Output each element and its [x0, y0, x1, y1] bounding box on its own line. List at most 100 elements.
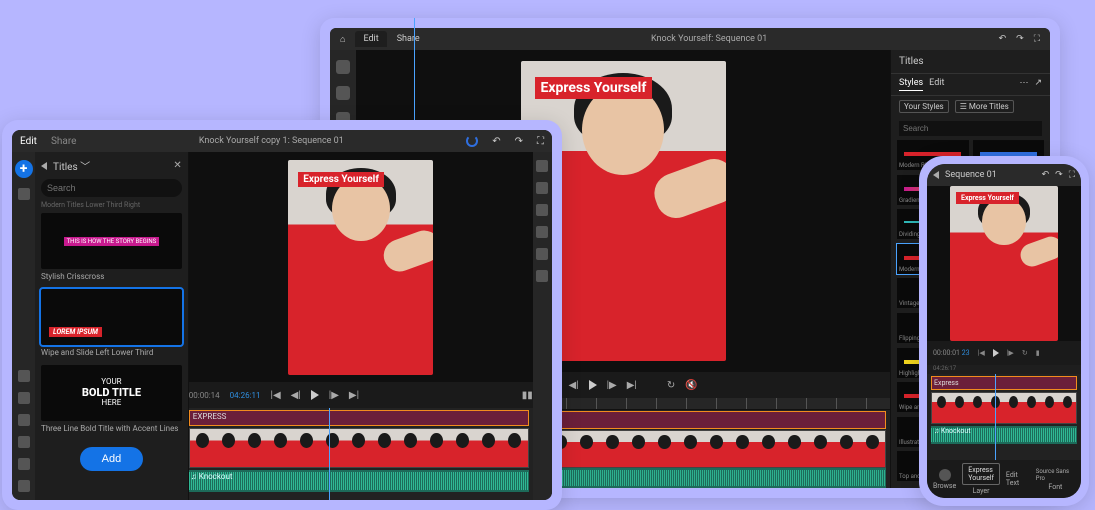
color-icon[interactable]: [536, 226, 548, 238]
preset-sample: YOUR BOLD TITLE HERE: [82, 378, 141, 408]
levels-icon[interactable]: ▮: [1036, 349, 1040, 357]
layer-label[interactable]: Layer: [973, 487, 990, 495]
expand-icon[interactable]: ↗: [1034, 78, 1042, 91]
video-track[interactable]: [931, 392, 1077, 424]
close-icon[interactable]: ✕: [173, 160, 181, 171]
undo-icon[interactable]: ↶: [1042, 170, 1050, 180]
loop-icon[interactable]: ↻: [667, 380, 675, 391]
speed-icon[interactable]: [536, 248, 548, 260]
redo-icon[interactable]: ↷: [1055, 170, 1063, 180]
step-back-icon[interactable]: ◀|: [568, 380, 578, 391]
tab-share[interactable]: Share: [397, 34, 420, 44]
skip-start-icon[interactable]: |◀: [978, 349, 985, 357]
title-preset-selected[interactable]: LOREM IPSUM: [41, 289, 182, 345]
tool-icon[interactable]: [336, 86, 350, 100]
category-label: Modern Titles Lower Third Right: [35, 201, 188, 213]
title-clip[interactable]: Express: [931, 376, 1077, 390]
search-input[interactable]: [899, 121, 1042, 136]
tablet-timeline[interactable]: EXPRESS ♫ Knockout: [189, 408, 533, 500]
panel-heading[interactable]: Titles ﹀: [53, 158, 167, 173]
phone-transport: 00:00:01 23 |◀ |▶ ↻ ▮: [927, 341, 1081, 365]
phone-topbar: Sequence 01 ↶ ↷ ⛶: [927, 164, 1081, 186]
tablet-preview: Express Yourself: [189, 152, 533, 382]
fullscreen-icon[interactable]: ⛶: [1069, 170, 1075, 180]
back-icon[interactable]: [41, 162, 47, 170]
mute-icon[interactable]: 🔇: [685, 380, 697, 391]
scissors-icon[interactable]: [18, 392, 30, 404]
tab-edit[interactable]: Edit: [20, 136, 37, 147]
laptop-topbar: ⌂ Edit Share Knock Yourself: Sequence 01…: [330, 28, 1050, 50]
tab-styles[interactable]: Styles: [899, 78, 923, 91]
redo-icon[interactable]: ↷: [1016, 34, 1024, 44]
title-clip[interactable]: EXPRESS: [189, 410, 529, 426]
skip-end-icon[interactable]: ▶|: [349, 390, 359, 401]
tab-edit[interactable]: Edit: [355, 31, 386, 47]
step-back-icon[interactable]: ◀|: [291, 390, 301, 401]
redo-icon[interactable]: ↷: [515, 136, 523, 147]
time-total: 04:26:17: [927, 365, 1081, 374]
adjust-icon[interactable]: [536, 182, 548, 194]
levels-icon[interactable]: ▮▮: [522, 390, 533, 401]
phone-preview: Express Yourself: [927, 186, 1081, 341]
play-icon[interactable]: [311, 390, 319, 400]
step-fwd-icon[interactable]: |▶: [607, 380, 617, 391]
tool-icon[interactable]: [18, 480, 30, 492]
time-current: 00:00:01 23: [933, 349, 970, 357]
add-button[interactable]: Add: [80, 447, 144, 471]
play-icon[interactable]: [993, 349, 999, 357]
title-overlay: Express Yourself: [535, 77, 653, 99]
more-icon[interactable]: ⋯: [1019, 78, 1028, 91]
copy-icon[interactable]: [18, 414, 30, 426]
title-preset[interactable]: THIS IS HOW THE STORY BEGINS: [41, 213, 182, 269]
tool-icon[interactable]: [336, 60, 350, 74]
loading-spinner-icon: [466, 135, 478, 147]
title-chip[interactable]: Express Yourself: [962, 463, 1000, 485]
edit-text-button[interactable]: Edit Text: [1006, 471, 1030, 487]
export-icon[interactable]: [536, 160, 548, 172]
loop-icon[interactable]: ↻: [1022, 349, 1028, 357]
preset-sample: THIS IS HOW THE STORY BEGINS: [64, 237, 160, 246]
tablet-right-rail: [533, 152, 552, 500]
your-styles-chip[interactable]: Your Styles: [899, 100, 949, 113]
audio-track[interactable]: ♫ Knockout: [189, 470, 529, 492]
skip-start-icon[interactable]: |◀: [271, 390, 281, 401]
time-total: 04:26:11: [230, 391, 261, 400]
browse-button[interactable]: Browse: [933, 469, 956, 490]
undo-icon[interactable]: ↶: [492, 136, 500, 147]
back-icon[interactable]: [933, 171, 939, 179]
audio-icon[interactable]: [536, 204, 548, 216]
skip-end-icon[interactable]: ▶|: [627, 380, 637, 391]
phone-device: Sequence 01 ↶ ↷ ⛶ Express Yourself 00:00…: [919, 156, 1089, 506]
playhead[interactable]: [995, 374, 996, 460]
document-title: Knock Yourself: Sequence 01: [430, 34, 989, 44]
fullscreen-icon[interactable]: ⛶: [1034, 34, 1040, 44]
undo-icon[interactable]: ↶: [999, 34, 1007, 44]
trash-icon[interactable]: [18, 436, 30, 448]
audio-track[interactable]: ♫ Knockout: [931, 426, 1077, 444]
fullscreen-icon[interactable]: ⛶: [537, 136, 544, 147]
phone-bottom-bar: Browse Express Yourself Layer Edit Text …: [927, 460, 1081, 498]
tab-share[interactable]: Share: [51, 136, 76, 147]
step-fwd-icon[interactable]: |▶: [329, 390, 339, 401]
playhead[interactable]: [329, 408, 330, 500]
search-input[interactable]: [41, 179, 182, 197]
list-icon[interactable]: [18, 458, 30, 470]
video-preview[interactable]: Express Yourself: [950, 186, 1058, 341]
tool-icon[interactable]: [18, 188, 30, 200]
phone-timeline[interactable]: Express ♫ Knockout: [927, 374, 1081, 460]
document-title: Knock Yourself copy 1: Sequence 01: [90, 136, 452, 146]
step-fwd-icon[interactable]: |▶: [1007, 349, 1014, 357]
home-icon[interactable]: ⌂: [340, 34, 345, 45]
add-button[interactable]: +: [15, 160, 33, 178]
tool-icon[interactable]: [18, 370, 30, 382]
preset-label: Wipe and Slide Left Lower Third: [41, 345, 182, 363]
font-button[interactable]: Source Sans Pro Font: [1036, 468, 1075, 491]
more-titles-chip[interactable]: ☰ More Titles: [955, 100, 1014, 113]
play-icon[interactable]: [589, 380, 597, 390]
video-preview[interactable]: Express Yourself: [288, 160, 433, 375]
tab-edit-panel[interactable]: Edit: [929, 78, 944, 91]
video-track[interactable]: [189, 428, 529, 468]
transform-icon[interactable]: [536, 270, 548, 282]
title-preset[interactable]: YOUR BOLD TITLE HERE: [41, 365, 182, 421]
tablet-device: Edit Share Knock Yourself copy 1: Sequen…: [2, 120, 562, 510]
